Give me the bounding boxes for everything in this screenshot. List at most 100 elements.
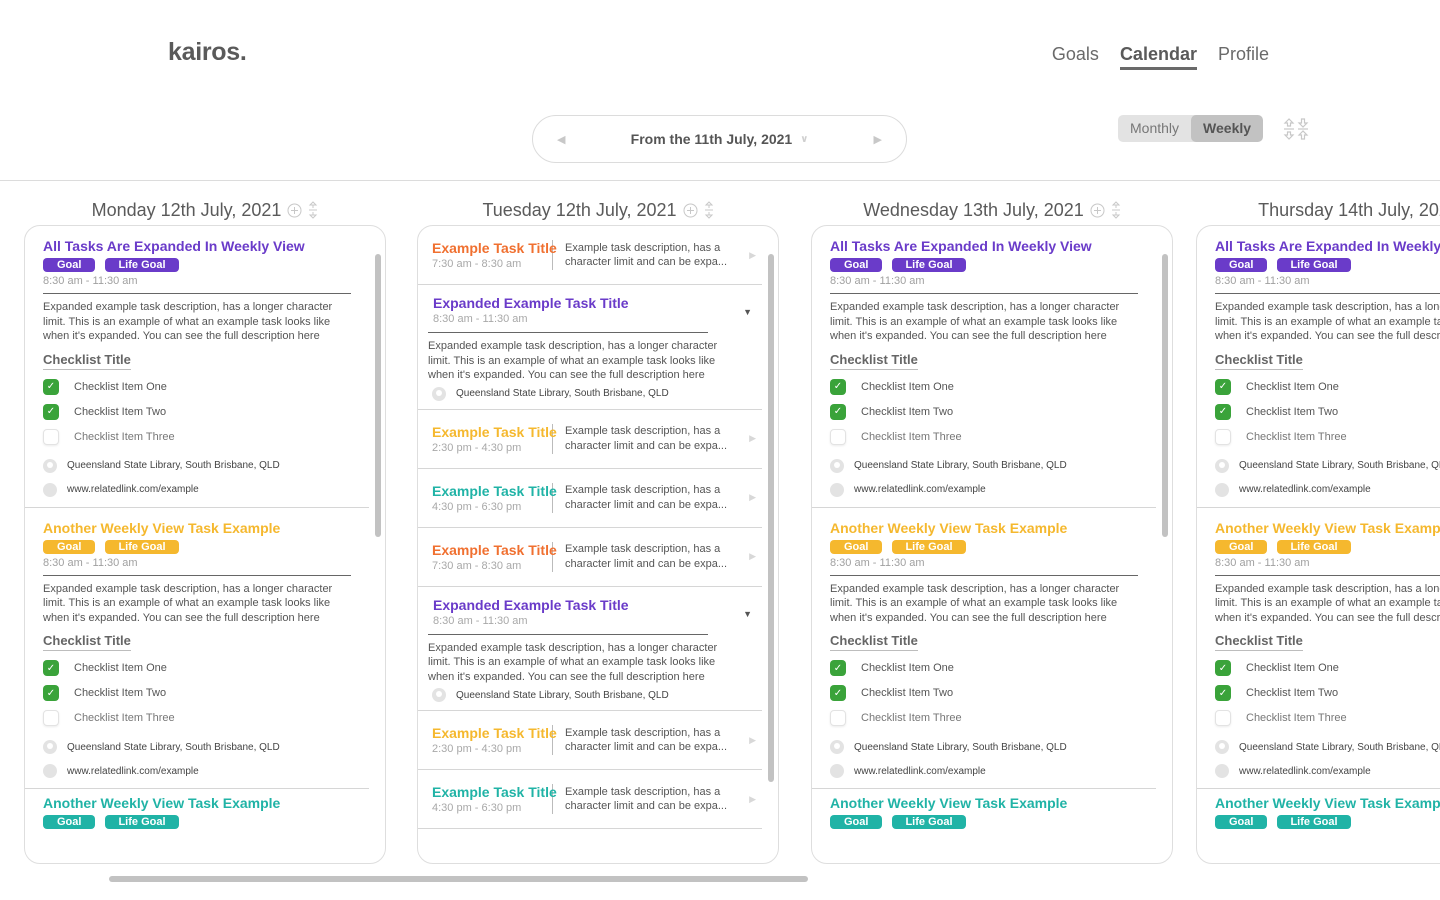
tag-life-goal[interactable]: Life Goal	[1277, 258, 1351, 272]
tag-goal[interactable]: Goal	[830, 815, 883, 829]
nav-profile[interactable]: Profile	[1218, 44, 1269, 70]
task-card[interactable]: Another Weekly View Task Example Goal Life…	[1197, 508, 1440, 789]
checkbox-unchecked-icon[interactable]	[830, 428, 846, 445]
collapse-all-icon[interactable]	[1283, 118, 1309, 140]
task-link[interactable]: www.relatedlink.com/example	[1239, 484, 1371, 495]
tag-goal[interactable]: Goal	[43, 539, 96, 554]
vertical-scrollbar[interactable]	[768, 254, 774, 782]
expand-arrow-icon[interactable]: ▶	[749, 735, 756, 746]
collapse-day-icon[interactable]	[1111, 201, 1121, 219]
task-card[interactable]: All Tasks Are Expanded In Weekly View Goa…	[1197, 226, 1440, 508]
checkbox-checked-icon[interactable]: ✓	[1215, 685, 1231, 701]
checklist-item[interactable]: Checklist Item Three	[43, 428, 351, 445]
tag-life-goal[interactable]: Life Goal	[105, 539, 179, 554]
tag-life-goal[interactable]: Life Goal	[892, 815, 966, 829]
checkbox-checked-icon[interactable]: ✓	[830, 685, 846, 701]
task-row-expanded[interactable]: Expanded Example Task Title 8:30 am - 11:…	[418, 587, 762, 711]
expand-arrow-icon[interactable]: ▶	[749, 250, 756, 261]
checklist-item[interactable]: Checklist Item Three	[1215, 428, 1440, 445]
horizontal-scrollbar[interactable]	[109, 876, 808, 882]
task-link[interactable]: www.relatedlink.com/example	[67, 766, 199, 777]
task-link[interactable]: www.relatedlink.com/example	[854, 484, 986, 495]
tag-life-goal[interactable]: Life Goal	[105, 258, 179, 272]
task-row-collapsed[interactable]: Example Task Title 4:30 pm - 6:30 pm Examp…	[418, 770, 762, 829]
checklist-item[interactable]: ✓ Checklist Item One	[1215, 660, 1440, 676]
checkbox-checked-icon[interactable]: ✓	[43, 403, 59, 420]
nav-calendar[interactable]: Calendar	[1119, 44, 1197, 70]
task-card[interactable]: Another Weekly View Task Example Goal Life…	[25, 789, 369, 839]
add-task-icon[interactable]	[1090, 203, 1105, 218]
collapse-day-icon[interactable]	[308, 201, 318, 219]
tag-goal[interactable]: Goal	[43, 815, 96, 829]
prev-week-icon[interactable]: ◀	[557, 133, 565, 146]
checklist-item[interactable]: ✓ Checklist Item One	[43, 378, 351, 395]
tag-goal[interactable]: Goal	[1215, 539, 1268, 554]
toggle-monthly[interactable]: Monthly	[1118, 115, 1191, 142]
checkbox-unchecked-icon[interactable]	[830, 710, 846, 726]
task-row-collapsed[interactable]: Example Task Title 2:30 pm - 4:30 pm Examp…	[418, 711, 762, 770]
checklist-item[interactable]: Checklist Item Three	[830, 428, 1138, 445]
checkbox-checked-icon[interactable]: ✓	[1215, 403, 1231, 420]
checkbox-checked-icon[interactable]: ✓	[1215, 660, 1231, 676]
vertical-scrollbar[interactable]	[375, 254, 381, 537]
checkbox-unchecked-icon[interactable]	[43, 710, 59, 726]
checkbox-checked-icon[interactable]: ✓	[830, 660, 846, 676]
tag-life-goal[interactable]: Life Goal	[105, 815, 179, 829]
checkbox-checked-icon[interactable]: ✓	[43, 660, 59, 676]
checkbox-checked-icon[interactable]: ✓	[830, 403, 846, 420]
collapse-caret-icon[interactable]: ▼	[743, 609, 752, 619]
task-row-expanded[interactable]: Expanded Example Task Title 8:30 am - 11:…	[418, 285, 762, 410]
date-range-dropdown[interactable]: From the 11th July, 2021 ∨	[631, 131, 809, 147]
checklist-item[interactable]: Checklist Item Three	[830, 710, 1138, 726]
checklist-item[interactable]: ✓ Checklist Item Two	[43, 685, 351, 701]
nav-goals[interactable]: Goals	[1052, 44, 1099, 70]
task-row-collapsed[interactable]: Example Task Title 7:30 am - 8:30 am Examp…	[418, 528, 762, 587]
task-card[interactable]: All Tasks Are Expanded In Weekly View Goa…	[25, 226, 369, 508]
task-card[interactable]: Another Weekly View Task Example Goal Life…	[25, 508, 369, 789]
add-task-icon[interactable]	[683, 203, 698, 218]
checklist-item[interactable]: ✓ Checklist Item Two	[830, 403, 1138, 420]
checkbox-unchecked-icon[interactable]	[1215, 710, 1231, 726]
expand-arrow-icon[interactable]: ▶	[749, 551, 756, 562]
checkbox-checked-icon[interactable]: ✓	[43, 378, 59, 395]
task-link[interactable]: www.relatedlink.com/example	[854, 766, 986, 777]
checklist-item[interactable]: ✓ Checklist Item One	[830, 378, 1138, 395]
checkbox-checked-icon[interactable]: ✓	[830, 378, 846, 395]
checklist-item[interactable]: ✓ Checklist Item One	[830, 660, 1138, 676]
checklist-item[interactable]: ✓ Checklist Item Two	[1215, 685, 1440, 701]
task-link[interactable]: www.relatedlink.com/example	[67, 484, 199, 495]
checklist-item[interactable]: Checklist Item Three	[43, 710, 351, 726]
vertical-scrollbar[interactable]	[1162, 254, 1168, 537]
task-card[interactable]: Another Weekly View Task Example Goal Life…	[1197, 789, 1440, 839]
task-card[interactable]: Another Weekly View Task Example Goal Life…	[812, 508, 1156, 789]
checklist-item[interactable]: ✓ Checklist Item One	[1215, 378, 1440, 395]
app-logo[interactable]: kairos.	[168, 38, 247, 67]
expand-arrow-icon[interactable]: ▶	[749, 492, 756, 503]
tag-goal[interactable]: Goal	[1215, 258, 1268, 272]
expand-arrow-icon[interactable]: ▶	[749, 433, 756, 444]
checklist-item[interactable]: ✓ Checklist Item Two	[830, 685, 1138, 701]
tag-life-goal[interactable]: Life Goal	[892, 539, 966, 554]
tag-life-goal[interactable]: Life Goal	[1277, 815, 1351, 829]
checklist-item[interactable]: ✓ Checklist Item One	[43, 660, 351, 676]
task-link[interactable]: www.relatedlink.com/example	[1239, 766, 1371, 777]
checkbox-checked-icon[interactable]: ✓	[43, 685, 59, 701]
task-card[interactable]: Another Weekly View Task Example Goal Life…	[812, 789, 1156, 839]
tag-goal[interactable]: Goal	[830, 258, 883, 272]
next-week-icon[interactable]: ▶	[874, 133, 882, 146]
collapse-day-icon[interactable]	[704, 201, 714, 219]
tag-life-goal[interactable]: Life Goal	[892, 258, 966, 272]
checklist-item[interactable]: ✓ Checklist Item Two	[1215, 403, 1440, 420]
checkbox-checked-icon[interactable]: ✓	[1215, 378, 1231, 395]
checkbox-unchecked-icon[interactable]	[43, 428, 59, 445]
checklist-item[interactable]: Checklist Item Three	[1215, 710, 1440, 726]
tag-life-goal[interactable]: Life Goal	[1277, 539, 1351, 554]
tag-goal[interactable]: Goal	[1215, 815, 1268, 829]
toggle-weekly[interactable]: Weekly	[1191, 115, 1264, 142]
tag-goal[interactable]: Goal	[830, 539, 883, 554]
collapse-caret-icon[interactable]: ▼	[743, 307, 752, 317]
task-row-collapsed[interactable]: Example Task Title 7:30 am - 8:30 am Examp…	[418, 226, 762, 285]
task-row-collapsed[interactable]: Example Task Title 4:30 pm - 6:30 pm Examp…	[418, 469, 762, 528]
checkbox-unchecked-icon[interactable]	[1215, 428, 1231, 445]
expand-arrow-icon[interactable]: ▶	[749, 794, 756, 805]
